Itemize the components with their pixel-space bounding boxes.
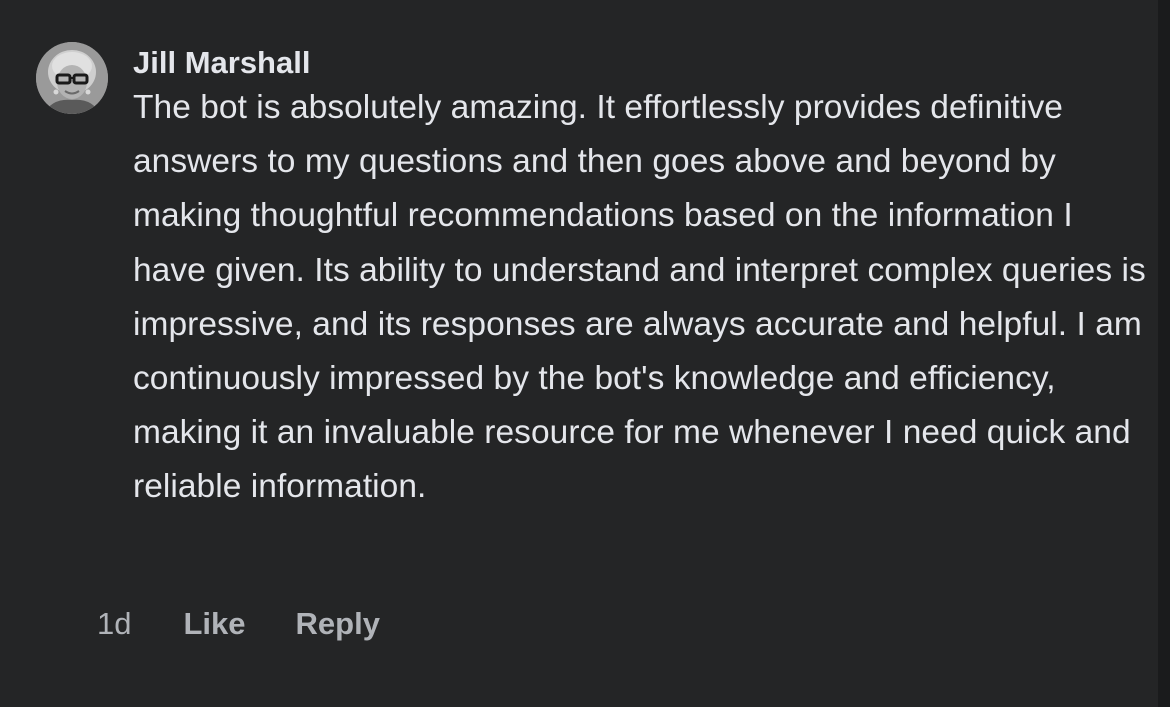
reply-button[interactable]: Reply [296,600,380,648]
like-button[interactable]: Like [183,600,245,648]
comment-content: Jill Marshall The bot is absolutely amaz… [133,40,1146,515]
comment-text: The bot is absolutely amazing. It effort… [133,89,1146,506]
avatar[interactable] [36,42,108,114]
comment-timestamp[interactable]: 1d [97,600,131,648]
comment-author[interactable]: Jill Marshall [133,40,1146,86]
user-avatar-photo-icon [36,42,108,114]
scrollbar-track [1158,0,1170,707]
comment-actions: 1d Like Reply [97,600,430,648]
